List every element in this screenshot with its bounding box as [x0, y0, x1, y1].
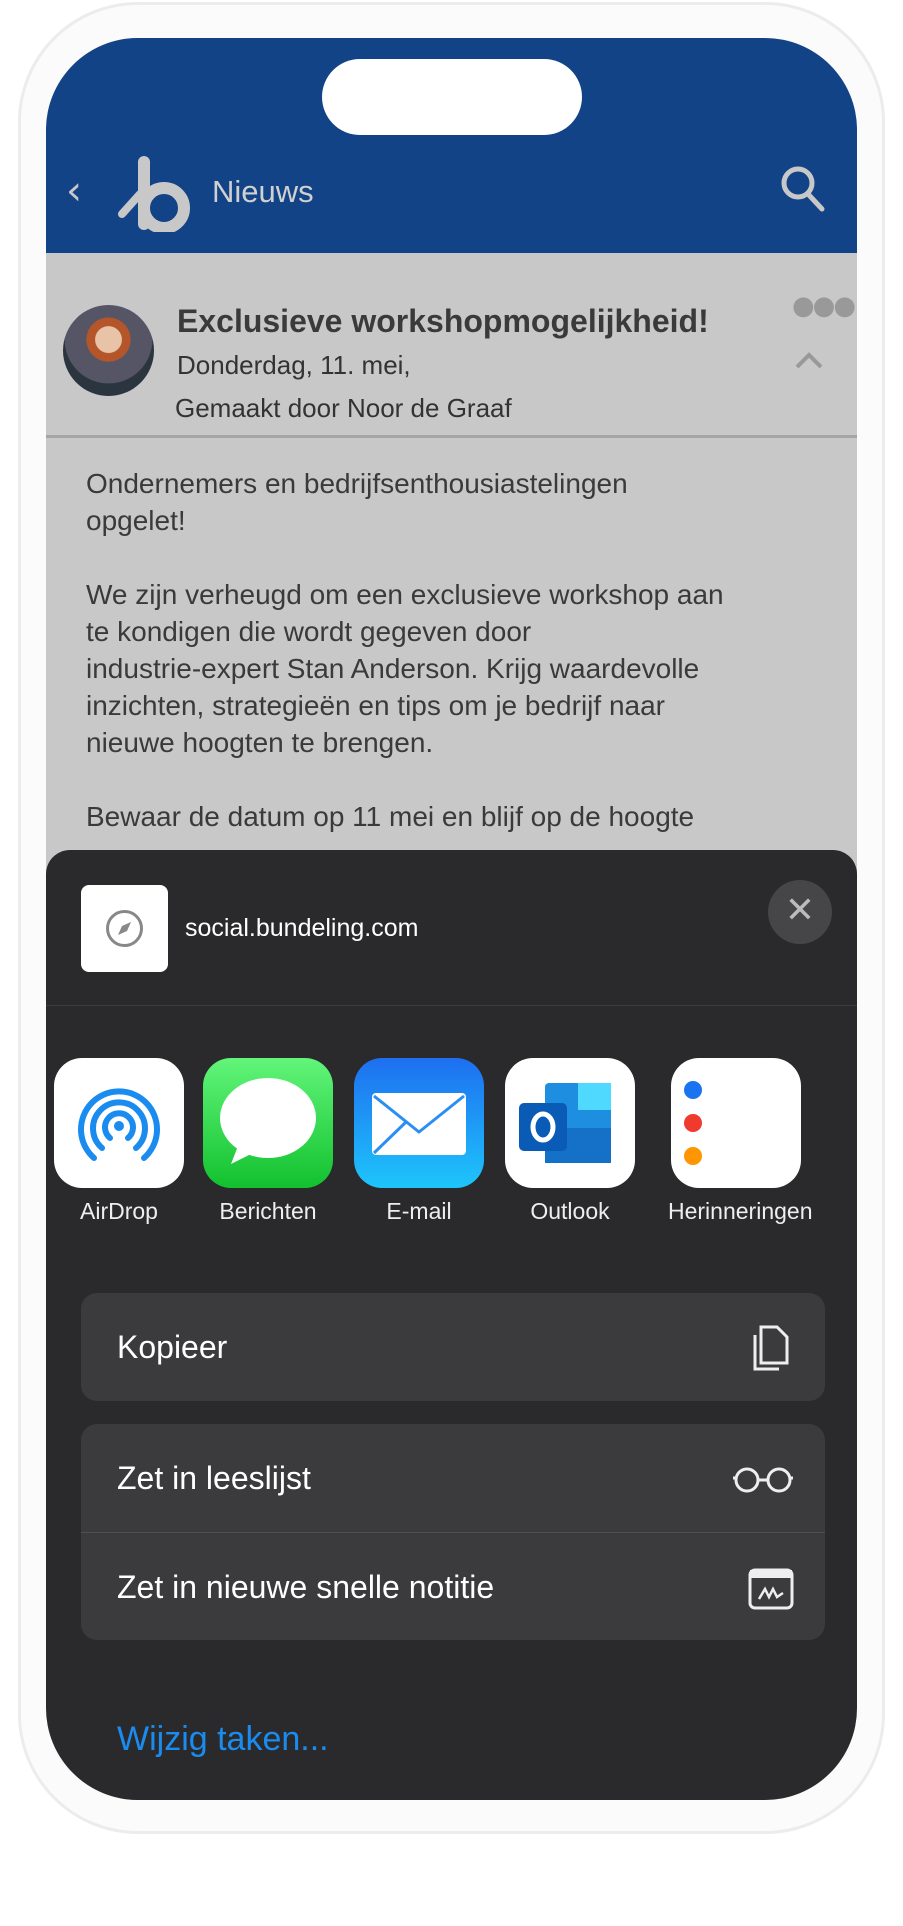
- share-app-herinneringen[interactable]: Herinneringen: [646, 1058, 857, 1225]
- author-avatar: [63, 305, 154, 396]
- messages-icon: [203, 1058, 333, 1188]
- app-label: Herinneringen: [668, 1198, 813, 1224]
- share-sheet: social.bundeling.com ✕ AirDrop Berichten…: [46, 850, 857, 1800]
- post-author: Gemaakt door Noor de Graaf: [175, 393, 512, 423]
- dynamic-island: [322, 59, 582, 135]
- action-label: Zet in leeslijst: [117, 1460, 311, 1496]
- close-button[interactable]: ✕: [768, 880, 832, 944]
- app-label: Outlook: [530, 1198, 610, 1224]
- glasses-icon: [733, 1467, 793, 1493]
- divider: [46, 1005, 857, 1006]
- app-label: E-mail: [386, 1198, 452, 1224]
- post-body: Ondernemers en bedrijfsenthousiastelinge…: [86, 468, 724, 832]
- reminders-icon: [671, 1058, 801, 1188]
- post-date: Donderdag, 11. mei,: [177, 350, 411, 380]
- back-chevron-icon[interactable]: ‹: [66, 168, 82, 214]
- site-thumbnail: [81, 885, 168, 972]
- share-app-airdrop[interactable]: AirDrop: [46, 1058, 194, 1225]
- edit-actions-link[interactable]: Wijzig taken...: [117, 1720, 329, 1759]
- copy-icon: [753, 1325, 789, 1371]
- airdrop-icon: [54, 1058, 184, 1188]
- page-title: Nieuws: [212, 174, 314, 209]
- bundeling-logo: [118, 156, 190, 232]
- app-label: Berichten: [219, 1198, 317, 1224]
- app-header: ‹ Nieuws: [46, 38, 857, 253]
- mail-icon: [354, 1058, 484, 1188]
- action-copy[interactable]: Kopieer: [81, 1293, 825, 1401]
- search-icon[interactable]: [778, 163, 828, 213]
- action-label: Kopieer: [117, 1329, 228, 1365]
- share-app-berichten[interactable]: Berichten: [193, 1058, 343, 1225]
- post-header: Exclusieve workshopmogelijkheid! ●●● Don…: [46, 253, 857, 438]
- quick-note-icon: [748, 1568, 794, 1610]
- action-group-notes: Zet in leeslijst Zet in nieuwe snelle no…: [81, 1424, 825, 1640]
- chevron-up-icon[interactable]: [794, 345, 824, 375]
- compass-icon: [106, 910, 143, 947]
- share-app-outlook[interactable]: Outlook: [495, 1058, 645, 1225]
- action-label: Zet in nieuwe snelle notitie: [117, 1569, 495, 1605]
- post-title: Exclusieve workshopmogelijkheid!: [177, 303, 709, 339]
- app-label: AirDrop: [80, 1198, 158, 1224]
- action-quick-note[interactable]: Zet in nieuwe snelle notitie: [81, 1532, 825, 1640]
- action-group-copy: Kopieer: [81, 1293, 825, 1401]
- phone-screen: ‹ Nieuws Exclusieve workshopmogelijkheid…: [46, 38, 857, 1800]
- outlook-icon: [505, 1058, 635, 1188]
- share-url: social.bundeling.com: [185, 914, 419, 942]
- share-app-email[interactable]: E-mail: [344, 1058, 494, 1225]
- more-options-icon[interactable]: ●●●: [792, 291, 856, 321]
- action-reading-list[interactable]: Zet in leeslijst: [81, 1424, 825, 1532]
